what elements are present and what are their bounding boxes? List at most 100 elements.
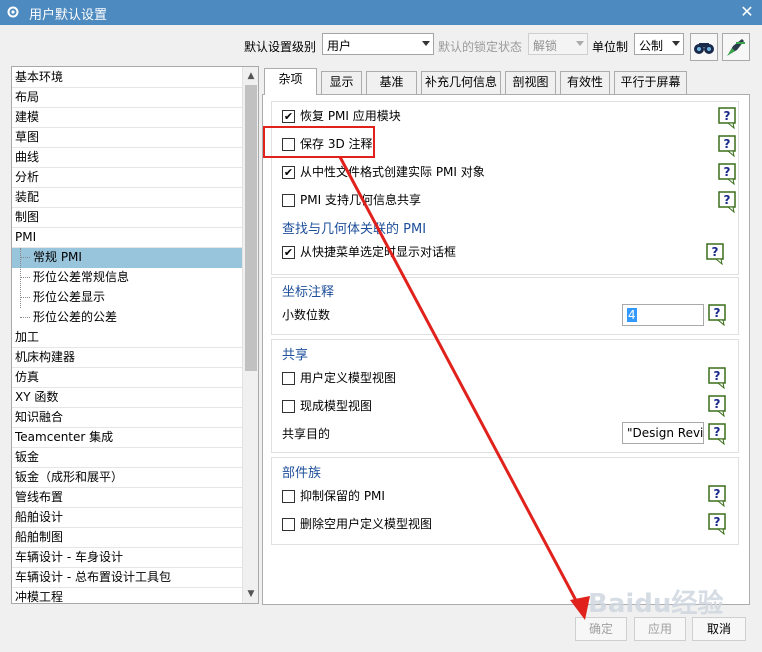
help-icon[interactable]: ? xyxy=(706,243,726,265)
pen-tool-icon xyxy=(727,39,745,56)
unit-select[interactable]: 公制 xyxy=(634,33,684,55)
share-purpose-label: 共享目的 xyxy=(282,427,331,441)
category-tree: 基本环境 布局 建模 草图 曲线 分析 装配 制图 PMI 常规 PMI 形位公差常规信息 形位公差显… xyxy=(11,66,259,604)
help-icon[interactable]: ? xyxy=(708,485,728,507)
chevron-down-icon xyxy=(672,41,680,46)
help-icon[interactable]: ? xyxy=(718,135,738,157)
help-icon[interactable]: ? xyxy=(708,304,728,326)
tree-item[interactable]: Teamcenter 集成 xyxy=(12,428,242,448)
share-section: 共享 用户定义模型视图 现成模型视图 共享目的 "Design Revi ? ?… xyxy=(271,339,739,453)
tree-item[interactable]: 形位公差的公差 xyxy=(12,308,242,328)
tree-item[interactable]: 冲模工程 xyxy=(12,588,242,603)
tree-item[interactable]: 形位公差显示 xyxy=(12,288,242,308)
tree-item[interactable]: 船舶设计 xyxy=(12,508,242,528)
scroll-up-icon[interactable]: ▲ xyxy=(246,71,256,81)
tab-3[interactable]: 补充几何信息 xyxy=(421,71,501,95)
checkbox[interactable] xyxy=(282,194,295,207)
tree-item[interactable]: 仿真 xyxy=(12,368,242,388)
apply-button[interactable]: 应用 xyxy=(634,617,686,641)
cancel-button[interactable]: 取消 xyxy=(692,617,746,641)
unit-value: 公制 xyxy=(639,39,664,53)
help-icon[interactable]: ? xyxy=(708,423,728,445)
manage-defaults-button[interactable] xyxy=(722,33,750,61)
help-icon[interactable]: ? xyxy=(708,513,728,535)
close-button[interactable]: ✕ xyxy=(738,2,756,22)
tree-item[interactable]: 草图 xyxy=(12,128,242,148)
tree-item[interactable]: 分析 xyxy=(12,168,242,188)
share-purpose-input[interactable]: "Design Revi xyxy=(622,422,704,444)
option-label: PMI 支持几何信息共享 xyxy=(300,193,421,207)
section-title: 共享 xyxy=(282,348,309,363)
tree-item[interactable]: 装配 xyxy=(12,188,242,208)
tab-0[interactable]: 杂项 xyxy=(264,68,317,95)
tree-item[interactable]: 机床构建器 xyxy=(12,348,242,368)
tree-item[interactable]: 常规 PMI xyxy=(12,248,242,268)
svg-text:?: ? xyxy=(724,193,731,207)
tree-item[interactable]: 船舶制图 xyxy=(12,528,242,548)
scroll-down-icon[interactable]: ▼ xyxy=(246,589,256,599)
help-icon[interactable]: ? xyxy=(718,191,738,213)
section-title: 查找与几何体关联的 PMI xyxy=(282,222,427,237)
tab-1[interactable]: 显示 xyxy=(321,71,362,95)
help-icon[interactable]: ? xyxy=(718,107,738,129)
level-label: 默认设置级别 xyxy=(244,40,317,54)
unit-label: 单位制 xyxy=(592,40,629,54)
svg-text:?: ? xyxy=(724,165,731,179)
tree-item[interactable]: 车辆设计 - 总布置设计工具包 xyxy=(12,568,242,588)
level-select[interactable]: 用户 xyxy=(322,33,434,55)
tab-2[interactable]: 基准 xyxy=(366,71,417,95)
option-label: 用户定义模型视图 xyxy=(300,371,397,385)
title-bar: 用户默认设置 ✕ xyxy=(0,0,762,25)
ok-button[interactable]: 确定 xyxy=(575,617,627,641)
section-title: 坐标注释 xyxy=(282,285,335,300)
binoculars-icon xyxy=(694,43,714,54)
svg-text:?: ? xyxy=(714,306,721,320)
tree-item[interactable]: XY 函数 xyxy=(12,388,242,408)
option-label: 删除空用户定义模型视图 xyxy=(300,517,433,531)
tree-item[interactable]: 制图 xyxy=(12,208,242,228)
tree-item[interactable]: 曲线 xyxy=(12,148,242,168)
tree-item[interactable]: PMI xyxy=(12,228,242,248)
share-purpose-value: "Design Revi xyxy=(627,426,704,440)
tree-item[interactable]: 钣金 xyxy=(12,448,242,468)
help-icon[interactable]: ? xyxy=(718,163,738,185)
tab-6[interactable]: 平行于屏幕 xyxy=(614,71,687,95)
checkbox[interactable] xyxy=(282,138,295,151)
tree-item[interactable]: 知识融合 xyxy=(12,408,242,428)
tree-item[interactable]: 车辆设计 - 车身设计 xyxy=(12,548,242,568)
help-icon[interactable]: ? xyxy=(708,395,728,417)
lock-label: 默认的锁定状态 xyxy=(438,40,523,54)
checkbox[interactable]: ✔ xyxy=(282,246,295,259)
tree-scrollbar[interactable]: ▲ ▼ xyxy=(242,67,258,603)
tab-5[interactable]: 有效性 xyxy=(560,71,610,95)
tree-item[interactable]: 钣金（成形和展平） xyxy=(12,468,242,488)
checkbox[interactable] xyxy=(282,372,295,385)
chevron-down-icon xyxy=(576,41,584,46)
tree-item[interactable]: 布局 xyxy=(12,88,242,108)
tree-item[interactable]: 加工 xyxy=(12,328,242,348)
coord-annotation-section: 坐标注释 小数位数 4 ? xyxy=(271,277,739,335)
checkbox[interactable] xyxy=(282,518,295,531)
svg-text:?: ? xyxy=(714,425,721,439)
section-title: 部件族 xyxy=(282,466,322,481)
checkbox[interactable] xyxy=(282,400,295,413)
tab-4[interactable]: 剖视图 xyxy=(505,71,556,95)
svg-text:?: ? xyxy=(714,397,721,411)
option-label: 抑制保留的 PMI xyxy=(300,489,385,503)
find-setting-button[interactable] xyxy=(690,33,718,61)
help-icon[interactable]: ? xyxy=(708,367,728,389)
scroll-thumb[interactable] xyxy=(245,85,257,371)
checkbox[interactable]: ✔ xyxy=(282,166,295,179)
lock-select[interactable]: 解锁 xyxy=(528,33,588,55)
svg-text:?: ? xyxy=(714,487,721,501)
tree-item[interactable]: 建模 xyxy=(12,108,242,128)
settings-toolbar: 默认设置级别 用户 默认的锁定状态 解锁 单位制 公制 xyxy=(0,31,762,61)
tree-item[interactable]: 管线布置 xyxy=(12,488,242,508)
settings-panel: ✔ 恢复 PMI 应用模块 保存 3D 注释 ✔ 从中性文件格式创建实际 PMI… xyxy=(262,94,750,605)
checkbox[interactable] xyxy=(282,490,295,503)
tree-item[interactable]: 形位公差常规信息 xyxy=(12,268,242,288)
checkbox[interactable]: ✔ xyxy=(282,110,295,123)
tree-item[interactable]: 基本环境 xyxy=(12,68,242,88)
decimal-places-input[interactable]: 4 xyxy=(622,304,704,326)
lock-value: 解锁 xyxy=(533,39,558,53)
